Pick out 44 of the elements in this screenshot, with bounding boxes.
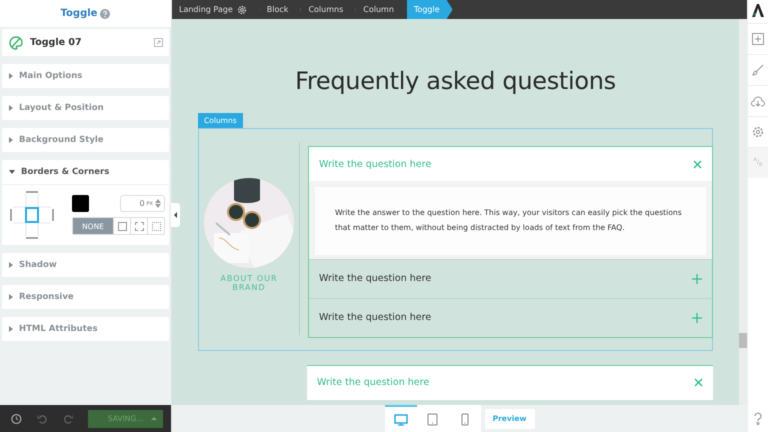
section-header[interactable]: Shadow <box>2 253 169 277</box>
stepper-icon[interactable] <box>155 199 161 208</box>
section-header[interactable]: Background Style <box>2 128 169 152</box>
border-side-picker[interactable] <box>10 191 54 239</box>
border-style-button[interactable] <box>130 218 147 234</box>
panel-title: Toggle <box>60 8 98 19</box>
section-header[interactable]: HTML Attributes <box>2 317 169 341</box>
help-icon[interactable] <box>100 8 110 18</box>
logo-icon[interactable] <box>752 4 764 17</box>
section-header[interactable]: Layout & Position <box>2 96 169 120</box>
color-swatch[interactable] <box>72 195 89 212</box>
brand-link[interactable]: ABOUT OUR BRAND <box>214 274 284 292</box>
add-icon[interactable] <box>752 33 764 45</box>
expand-icon[interactable] <box>154 38 163 47</box>
plus-icon[interactable] <box>692 312 702 323</box>
close-icon[interactable] <box>694 378 703 388</box>
section-header[interactable]: Responsive <box>2 285 169 309</box>
redo-icon[interactable] <box>62 412 74 424</box>
palette-icon <box>8 34 24 50</box>
gear-icon[interactable] <box>236 4 247 14</box>
cloud-icon[interactable] <box>751 96 765 106</box>
undo-icon[interactable] <box>36 412 48 424</box>
section-header[interactable]: Borders & Corners <box>2 160 169 184</box>
border-style-button[interactable] <box>147 218 164 234</box>
phone-icon <box>460 413 468 426</box>
collapse-handle[interactable] <box>171 203 180 227</box>
faq-question[interactable]: Write the question here <box>307 366 713 400</box>
element-name: Toggle 07 <box>30 37 83 48</box>
page-heading: Frequently asked questions <box>294 67 617 95</box>
monitor-icon <box>394 414 408 426</box>
faq-question[interactable]: Write the question here <box>309 298 712 337</box>
section-header[interactable]: Main Options <box>2 64 169 88</box>
border-style-button[interactable] <box>113 218 130 234</box>
settings-icon[interactable] <box>752 126 764 138</box>
plus-icon[interactable] <box>692 274 702 284</box>
breadcrumb[interactable]: Toggle <box>406 0 453 19</box>
history-icon[interactable] <box>11 412 22 424</box>
faq-question[interactable]: Write the question here <box>309 260 712 298</box>
faq-question[interactable]: Write the question here <box>309 147 712 181</box>
close-icon[interactable] <box>693 160 702 168</box>
brush-icon[interactable] <box>752 64 764 76</box>
tablet-icon <box>427 413 438 426</box>
scrollbar[interactable] <box>739 19 747 405</box>
help-icon[interactable] <box>753 412 763 425</box>
